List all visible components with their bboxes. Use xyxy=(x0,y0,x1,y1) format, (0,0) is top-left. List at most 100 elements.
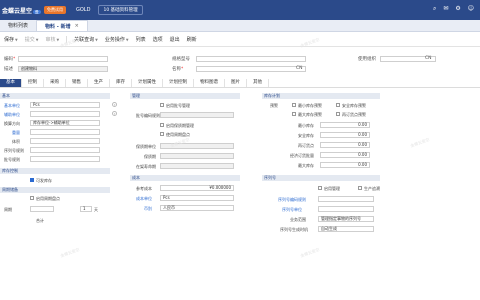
business-ops-button[interactable]: 业务操作▼ xyxy=(105,36,129,43)
sn-rule-field[interactable] xyxy=(318,196,374,202)
batch-manage-label: 启用批号管理 xyxy=(166,103,190,108)
trace-checkbox[interactable] xyxy=(358,186,362,190)
econ-batch-label: 经济订货批量 xyxy=(290,153,314,158)
subtab-plan-control[interactable]: 计划控制 xyxy=(163,79,194,87)
serial-enable-label: 启用管理 xyxy=(324,186,340,191)
name-field[interactable] xyxy=(196,66,306,72)
safe-stock-field[interactable]: 0.00 xyxy=(320,132,370,138)
app-logo[interactable]: 金蝶云星空云 xyxy=(0,6,41,15)
audit-button[interactable]: 审核▼ xyxy=(45,36,59,43)
safe-warn-checkbox[interactable] xyxy=(336,103,340,107)
save-label: 保存 xyxy=(4,37,15,43)
max-stock-field[interactable]: 0.00 xyxy=(320,162,370,168)
base-unit-field[interactable]: Pcs xyxy=(30,102,100,108)
subtab-control[interactable]: 控制 xyxy=(22,79,44,87)
cycle-unit-select[interactable] xyxy=(30,206,54,212)
help-icon[interactable]: ? xyxy=(112,102,117,107)
cycle-use-checkbox[interactable] xyxy=(160,132,164,136)
reorder-warn-checkbox[interactable] xyxy=(336,112,340,116)
watermark: 金蝶云星空 xyxy=(59,246,81,259)
weight-field[interactable] xyxy=(30,129,100,135)
cost-unit-label: 成本单位 xyxy=(136,196,152,201)
subtab-plan-attr[interactable]: 计划属性 xyxy=(132,79,163,87)
related-query-button[interactable]: 关联查询▼ xyxy=(74,36,98,43)
currency-field[interactable]: 人民币 xyxy=(160,205,234,211)
section-manage: 管理 xyxy=(130,93,240,99)
page-tab-bar: 物料列表 物料 - 新增 × xyxy=(0,20,480,32)
currency-label: 币别 xyxy=(144,206,152,211)
cycle-value-field[interactable]: 1 xyxy=(80,206,92,212)
batch-code-rule-field[interactable] xyxy=(160,112,234,118)
tab-label: 物料列表 xyxy=(8,23,29,29)
econ-batch-field[interactable]: 0.00 xyxy=(320,152,370,158)
subtab-basic[interactable]: 基本 xyxy=(0,79,22,87)
subtab-sales[interactable]: 销售 xyxy=(66,79,88,87)
aux-unit-field[interactable] xyxy=(30,111,100,117)
help-icon[interactable]: ? xyxy=(112,111,117,116)
aux-unit-label: 辅助单位 xyxy=(4,112,20,117)
subtab-stock[interactable]: 库存 xyxy=(110,79,132,87)
options-button[interactable]: 选项 xyxy=(153,36,163,43)
section-cost: 成本 xyxy=(130,175,240,181)
subtab-other[interactable]: 其他 xyxy=(247,79,269,87)
sn-gen-select[interactable]: 自动生成 xyxy=(318,226,374,232)
weight-label: 重量 xyxy=(12,130,20,135)
base-unit-label: 基本单位 xyxy=(4,103,20,108)
subtab-purchase[interactable]: 采购 xyxy=(44,79,66,87)
batch-manage-checkbox[interactable] xyxy=(160,103,164,107)
settings-icon[interactable]: ⚙ xyxy=(455,5,460,13)
sn-gen-label: 序列号生成时机 xyxy=(280,227,308,232)
reorder-field[interactable]: 0.00 xyxy=(320,142,370,148)
volume-label: 体积 xyxy=(12,139,20,144)
serial-rule-field[interactable] xyxy=(30,147,100,153)
refresh-button[interactable]: 刷新 xyxy=(187,36,197,43)
min-warn-checkbox[interactable] xyxy=(292,103,296,107)
subtab-production[interactable]: 生产 xyxy=(88,79,110,87)
chevron-down-icon: ▼ xyxy=(35,38,39,42)
shelf-unit-field[interactable] xyxy=(160,143,234,149)
advance-field[interactable] xyxy=(160,163,234,169)
reorder-label: 再订货点 xyxy=(298,143,314,148)
use-org-label: 使用组织 xyxy=(358,57,376,62)
min-stock-field[interactable]: 0.00 xyxy=(320,122,370,128)
message-icon[interactable]: ✉ xyxy=(443,5,448,13)
sum-label: 合计 xyxy=(36,218,44,223)
spec-field[interactable] xyxy=(196,56,306,62)
save-button[interactable]: 保存▼ xyxy=(4,36,18,43)
batch-rule-field[interactable] xyxy=(30,156,100,162)
available-stock-checkbox[interactable] xyxy=(30,178,34,182)
tab-material-list[interactable]: 物料列表 xyxy=(0,20,36,31)
sn-unit-field[interactable] xyxy=(318,206,374,212)
conv-select[interactable]: 库存单位->辅助单位 xyxy=(30,120,100,126)
volume-field[interactable] xyxy=(30,138,100,144)
subtab-material-map[interactable]: 物料图谱 xyxy=(194,79,225,87)
list-button[interactable]: 列表 xyxy=(136,36,146,43)
shelf-life-checkbox[interactable] xyxy=(160,123,164,127)
conv-label: 换算方向 xyxy=(4,121,20,126)
sn-scope-select[interactable]: 管理指定事物的序列号 xyxy=(318,216,374,222)
code-field[interactable] xyxy=(18,56,108,62)
cycle-count-checkbox[interactable] xyxy=(30,196,34,200)
subtab-image[interactable]: 图片 xyxy=(225,79,247,87)
trial-badge[interactable]: 免费试用 xyxy=(44,6,66,14)
submit-button[interactable]: 提交▼ xyxy=(25,36,39,43)
section-basic: 基本 xyxy=(0,93,110,99)
section-stock-control: 库存控制 xyxy=(0,168,110,174)
edition-label: GOLD xyxy=(76,7,91,13)
sub-tab-bar: 基本 控制 采购 销售 生产 库存 计划属性 计划控制 物料图谱 图片 其他 xyxy=(0,79,480,88)
shelf-life-field[interactable] xyxy=(160,153,234,159)
org-selector[interactable]: 10 基础资料管理 xyxy=(98,5,143,15)
batch-rule-label: 批号规则 xyxy=(4,157,20,162)
desc-field[interactable]: 创建物料 xyxy=(18,66,108,72)
search-icon[interactable]: ⌕ xyxy=(433,5,436,13)
close-icon[interactable]: × xyxy=(75,23,79,29)
ref-cost-label: 参考成本 xyxy=(136,186,152,191)
code-label: 编码* xyxy=(4,57,16,62)
tab-material-new[interactable]: 物料 - 新增 × xyxy=(36,20,88,31)
max-warn-checkbox[interactable] xyxy=(292,112,296,116)
cost-unit-field[interactable]: Pcs xyxy=(160,195,234,201)
user-icon[interactable]: ☺ xyxy=(468,5,474,13)
ref-cost-field[interactable]: ¥0.000000 xyxy=(160,185,234,191)
serial-enable-checkbox[interactable] xyxy=(318,186,322,190)
exit-button[interactable]: 退出 xyxy=(170,36,180,43)
